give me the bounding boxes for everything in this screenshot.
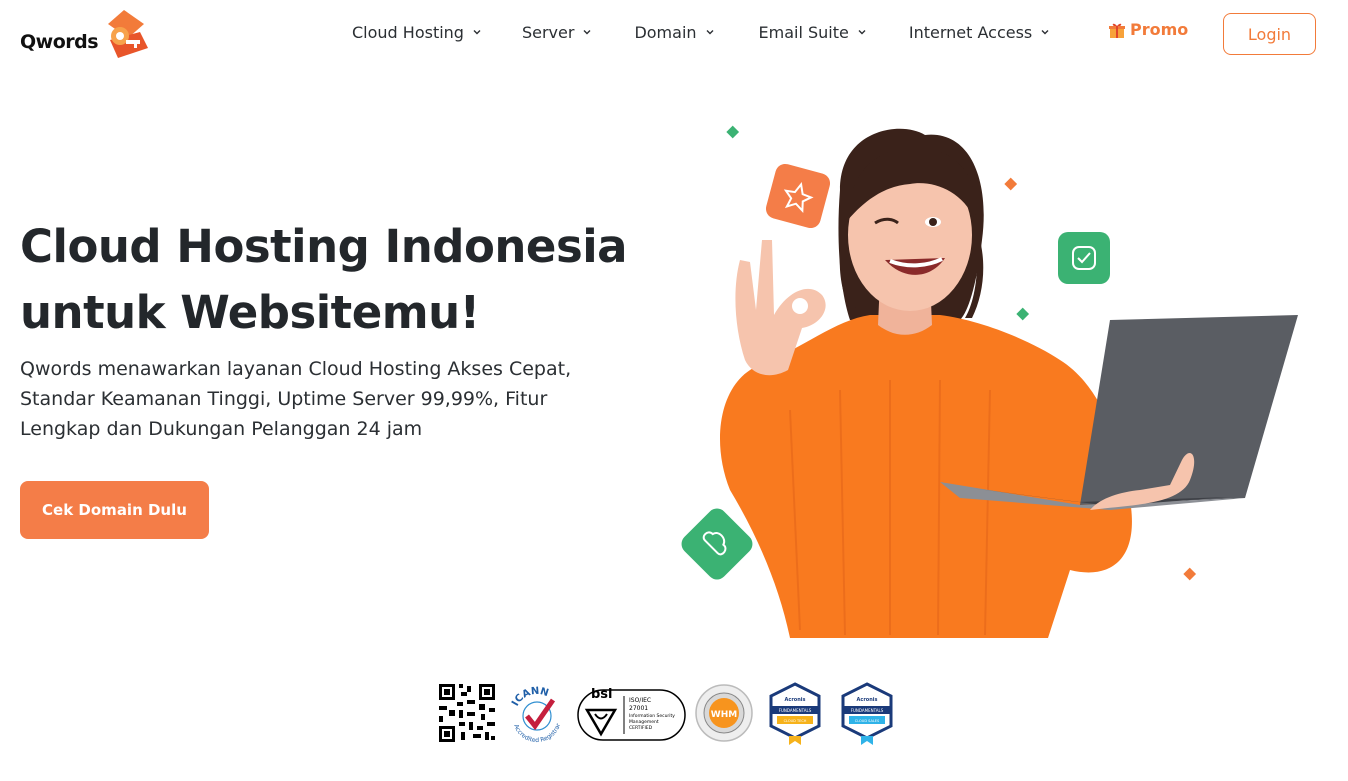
check-domain-button[interactable]: Cek Domain Dulu (20, 481, 209, 539)
cloud-badge-icon (681, 508, 753, 580)
hero-description: Qwords menawarkan layanan Cloud Hosting … (20, 354, 630, 444)
whm-certified-badge[interactable]: WHM (695, 682, 753, 744)
logo-wordmark: Qwords (20, 31, 99, 53)
iso-line-5: CERTIFIED (629, 725, 653, 731)
chevron-down-icon (473, 30, 481, 35)
orange-diamond-dot (1183, 567, 1197, 581)
hero-desc-line-2: Standar Keamanan Tinggi, Uptime Server 9… (20, 388, 548, 410)
iso-line-1: ISO/IEC (629, 697, 651, 704)
nav-label: Email Suite (758, 22, 849, 42)
whm-label: WHM (711, 710, 737, 720)
hero-title-line-1: Cloud Hosting Indonesia (20, 220, 628, 273)
gift-icon (1109, 23, 1125, 38)
site-header: Qwords Cloud Hosting Server Domain Email… (0, 0, 1348, 72)
icann-label: ICANN (510, 686, 550, 708)
iso-line-2: 27001 (629, 705, 648, 712)
logo-key-icon (108, 10, 149, 58)
nav-label: Internet Access (908, 22, 1033, 42)
acronis-cloud-sales-badge[interactable]: Acronis FUNDAMENTALS CLOUD SALES (839, 682, 895, 746)
iso-line-3: Information Security (629, 713, 675, 719)
nav-label: Server (521, 22, 575, 42)
chevron-down-icon (1041, 30, 1049, 35)
acronis-tag: FUNDAMENTALS (779, 708, 812, 713)
chevron-down-icon (706, 30, 714, 35)
acronis-tag: FUNDAMENTALS (851, 708, 884, 713)
chevron-down-icon (583, 30, 591, 35)
bsi-iso-badge[interactable]: bsi ISO/IEC 27001 Information Security M… (577, 682, 687, 744)
green-diamond-dot (726, 125, 740, 139)
qr-code-icon[interactable] (437, 682, 497, 744)
iso-line-4: Management (629, 719, 659, 725)
nav-internet-access[interactable]: Internet Access (909, 20, 1050, 44)
star-badge-icon (765, 163, 831, 229)
nav-promo[interactable]: Promo (1108, 20, 1188, 39)
certification-badges: ICANN Accredited Registrar bsi ISO/IEC 2… (437, 682, 897, 746)
acronis-brand: Acronis (857, 697, 878, 703)
hero-title: Cloud Hosting Indonesia untuk Websitemu! (20, 214, 700, 346)
nav-server[interactable]: Server (522, 20, 592, 44)
orange-diamond-dot (1004, 177, 1018, 191)
acronis-sub: CLOUD TECH (784, 719, 807, 723)
promo-label: Promo (1130, 20, 1189, 39)
nav-label: Cloud Hosting (352, 22, 464, 42)
acronis-cloud-tech-badge[interactable]: Acronis FUNDAMENTALS CLOUD TECH (767, 682, 823, 746)
icann-accredited-badge[interactable]: ICANN Accredited Registrar (505, 682, 569, 746)
nav-label: Domain (634, 22, 697, 42)
green-diamond-dot (1016, 307, 1030, 321)
hero-desc-line-1: Qwords menawarkan layanan Cloud Hosting … (20, 358, 572, 380)
bsi-label: bsi (591, 687, 613, 702)
main-nav: Cloud Hosting Server Domain Email Suite … (352, 20, 1050, 44)
hero-illustration (681, 125, 1298, 638)
check-badge-icon (1058, 232, 1110, 284)
nav-domain[interactable]: Domain (634, 20, 714, 44)
acronis-brand: Acronis (785, 697, 806, 703)
hero-desc-line-3: Lengkap dan Dukungan Pelanggan 24 jam (20, 418, 423, 440)
qwords-logo[interactable]: Qwords (20, 10, 150, 60)
acronis-sub: CLOUD SALES (855, 719, 880, 723)
login-button[interactable]: Login (1223, 13, 1316, 55)
svg-text:ICANN: ICANN (510, 686, 550, 708)
nav-cloud-hosting[interactable]: Cloud Hosting (352, 20, 482, 44)
chevron-down-icon (858, 30, 866, 35)
hero-title-line-2: untuk Websitemu! (20, 286, 480, 339)
nav-email-suite[interactable]: Email Suite (759, 20, 867, 44)
